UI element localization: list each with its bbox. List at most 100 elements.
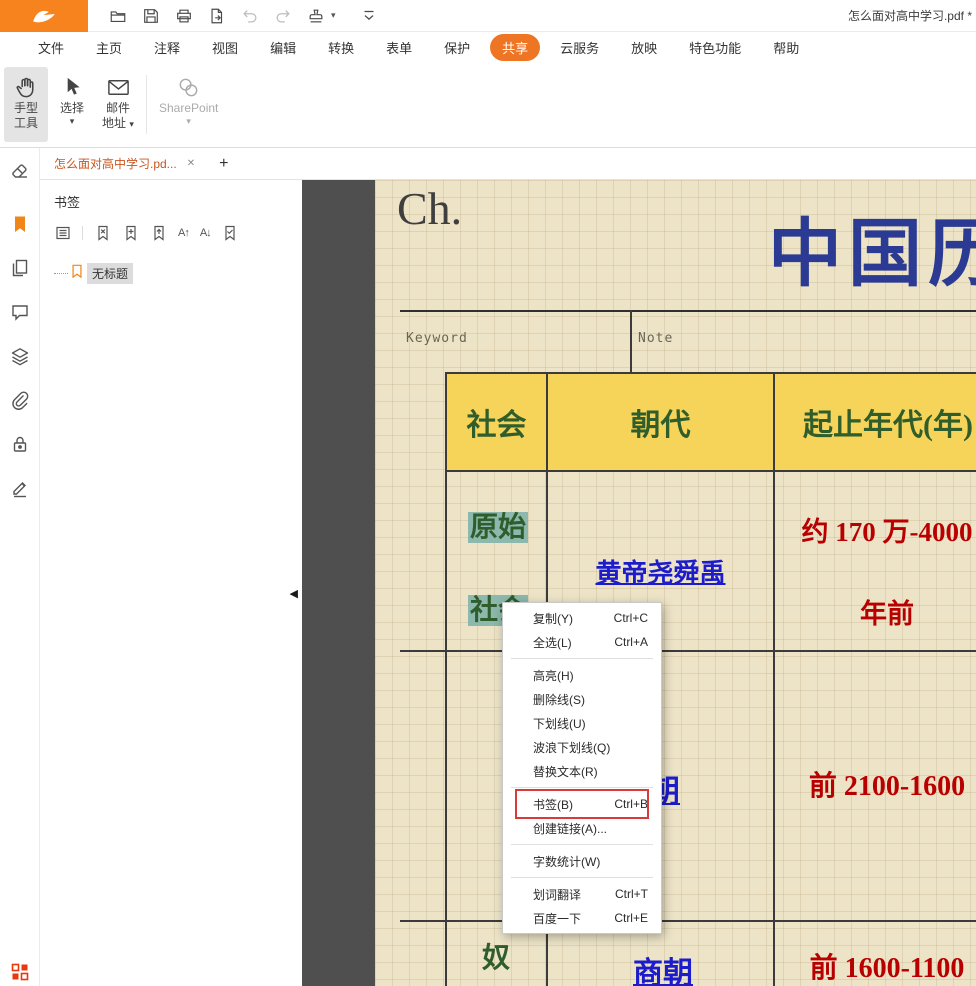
customize-toolbar-icon[interactable] — [356, 4, 383, 28]
signature-panel-icon[interactable] — [10, 478, 30, 498]
sharepoint-icon — [176, 73, 201, 101]
cell-years-row2: 前 2100-1600 — [775, 764, 976, 804]
cell-years-row1-line2: 年前 — [775, 592, 976, 631]
menu-item-replace-text[interactable]: 替换文本(R) — [503, 759, 661, 783]
menu-separator — [511, 844, 653, 845]
tab-edit[interactable]: 编辑 — [258, 34, 308, 61]
tab-comment[interactable]: 注释 — [142, 34, 192, 61]
menu-item-word-count[interactable]: 字数统计(W) — [503, 849, 661, 873]
redo-icon[interactable] — [269, 4, 296, 28]
add-bookmark-icon[interactable] — [122, 224, 139, 241]
menu-item-baidu-search[interactable]: 百度一下Ctrl+E — [503, 906, 661, 930]
cell-society-slave: 奴 — [482, 936, 510, 976]
menu-item-strikethrough[interactable]: 删除线(S) — [503, 687, 661, 711]
cell-years-row3: 前 1600-1100 — [775, 946, 976, 986]
export-icon[interactable] — [203, 4, 230, 28]
menu-item-copy[interactable]: 复制(Y)Ctrl+C — [503, 606, 661, 630]
mail-address-button[interactable]: 邮件 地址 ▾ — [96, 67, 140, 142]
menu-item-underline[interactable]: 下划线(U) — [503, 711, 661, 735]
keyword-label: Keyword — [406, 331, 468, 346]
menu-item-create-link[interactable]: 创建链接(A)... — [503, 816, 661, 840]
move-bookmark-icon[interactable] — [150, 224, 167, 241]
pdf-page[interactable]: Ch. 中国历史 Keyword Note 社会 朝代 起止年代(年) — [375, 180, 976, 986]
menu-bar: 文件 主页 注释 视图 编辑 转换 表单 保护 共享 云服务 放映 特色功能 帮… — [0, 32, 976, 62]
widgets-grid-icon[interactable] — [10, 962, 30, 982]
table-header-years: 起止年代(年) — [773, 372, 976, 472]
ribbon: 手型 工具 选择 ▾ 邮件 地址 ▾ SharePoint ▾ — [0, 62, 976, 148]
panel-options-icon[interactable] — [54, 224, 71, 241]
comments-panel-icon[interactable] — [10, 302, 30, 322]
layers-panel-icon[interactable] — [10, 346, 30, 366]
open-file-icon[interactable] — [104, 4, 131, 28]
bookmarks-toolbar: A↑ A↓ — [54, 224, 302, 241]
app-logo[interactable] — [0, 0, 88, 32]
attachments-panel-icon[interactable] — [10, 390, 30, 410]
menu-item-select-all[interactable]: 全选(L)Ctrl+A — [503, 630, 661, 654]
menu-item-translate[interactable]: 划词翻译Ctrl+T — [503, 882, 661, 906]
cell-years-row1-line1: 约 170 万-4000 — [775, 510, 976, 549]
toolbar-separator — [82, 226, 83, 240]
panel-collapse-icon[interactable]: ◀ — [290, 587, 298, 600]
tab-convert[interactable]: 转换 — [316, 34, 366, 61]
document-tab[interactable]: 怎么面对高中学习.pd... ✕ — [40, 148, 207, 180]
hand-tool-label-2: 工具 — [14, 116, 38, 131]
pages-panel-icon[interactable] — [10, 258, 30, 278]
menu-separator — [511, 877, 653, 878]
envelope-icon — [106, 73, 131, 101]
window-document-title: 怎么面对高中学习.pdf * — [848, 7, 976, 24]
bookmarks-panel-icon[interactable] — [10, 214, 30, 234]
menu-item-squiggly[interactable]: 波浪下划线(Q) — [503, 735, 661, 759]
mail-dropdown-icon: ▾ — [129, 119, 134, 129]
stamp-icon[interactable] — [302, 4, 329, 28]
delete-bookmark-icon[interactable] — [94, 224, 111, 241]
tab-home[interactable]: 主页 — [84, 34, 134, 61]
hand-tool-button[interactable]: 手型 工具 — [4, 67, 48, 142]
tab-present[interactable]: 放映 — [619, 34, 669, 61]
bookmark-settings-icon[interactable] — [222, 224, 239, 241]
note-label: Note — [638, 331, 673, 346]
tab-cloud[interactable]: 云服务 — [548, 34, 611, 61]
cell-dynasty-huangdi: 黄帝尧舜禹 — [548, 553, 773, 590]
select-tool-label: 选择 — [60, 101, 84, 116]
bookmark-item-icon — [70, 264, 84, 283]
bookmark-tree-item[interactable]: 无标题 — [54, 263, 302, 284]
table-row-line-1 — [400, 650, 976, 652]
security-panel-icon[interactable] — [10, 434, 30, 454]
stamp-dropdown-icon[interactable]: ▾ — [331, 10, 336, 21]
chapter-label: Ch. — [397, 182, 462, 235]
tab-features[interactable]: 特色功能 — [677, 34, 753, 61]
print-icon[interactable] — [170, 4, 197, 28]
eraser-icon[interactable] — [10, 160, 30, 180]
select-tool-button[interactable]: 选择 ▾ — [50, 67, 94, 142]
hand-icon — [14, 73, 39, 101]
tab-help[interactable]: 帮助 — [761, 34, 811, 61]
undo-icon[interactable] — [236, 4, 263, 28]
menu-separator — [511, 658, 653, 659]
menu-item-bookmark[interactable]: 书签(B)Ctrl+B — [503, 792, 661, 816]
tab-share[interactable]: 共享 — [490, 34, 540, 61]
bookmarks-panel-title: 书签 — [54, 192, 302, 211]
menu-item-highlight[interactable]: 高亮(H) — [503, 663, 661, 687]
ribbon-separator — [146, 75, 147, 134]
tree-connector — [54, 273, 68, 274]
collapse-all-icon[interactable]: A↓ — [200, 227, 211, 239]
header-rule — [400, 310, 976, 312]
tab-view[interactable]: 视图 — [200, 34, 250, 61]
select-dropdown-icon[interactable]: ▾ — [70, 116, 75, 126]
tab-close-icon[interactable]: ✕ — [187, 158, 195, 169]
cell-society-primitive: 原始 — [468, 505, 528, 545]
sharepoint-button[interactable]: SharePoint ▾ — [153, 67, 224, 142]
top-bar: ▾ 怎么面对高中学习.pdf * — [0, 0, 976, 32]
tab-form[interactable]: 表单 — [374, 34, 424, 61]
bookmark-item-label[interactable]: 无标题 — [87, 263, 133, 284]
mail-label-1: 邮件 — [106, 101, 130, 116]
tab-protect[interactable]: 保护 — [432, 34, 482, 61]
expand-all-icon[interactable]: A↑ — [178, 227, 189, 239]
table-vline-1 — [445, 472, 447, 986]
fox-logo-icon — [31, 7, 57, 25]
hand-tool-label-1: 手型 — [14, 101, 38, 116]
new-tab-button[interactable]: + — [207, 155, 240, 173]
save-icon[interactable] — [137, 4, 164, 28]
table-header-society: 社会 — [445, 372, 548, 472]
tab-file[interactable]: 文件 — [26, 34, 76, 61]
